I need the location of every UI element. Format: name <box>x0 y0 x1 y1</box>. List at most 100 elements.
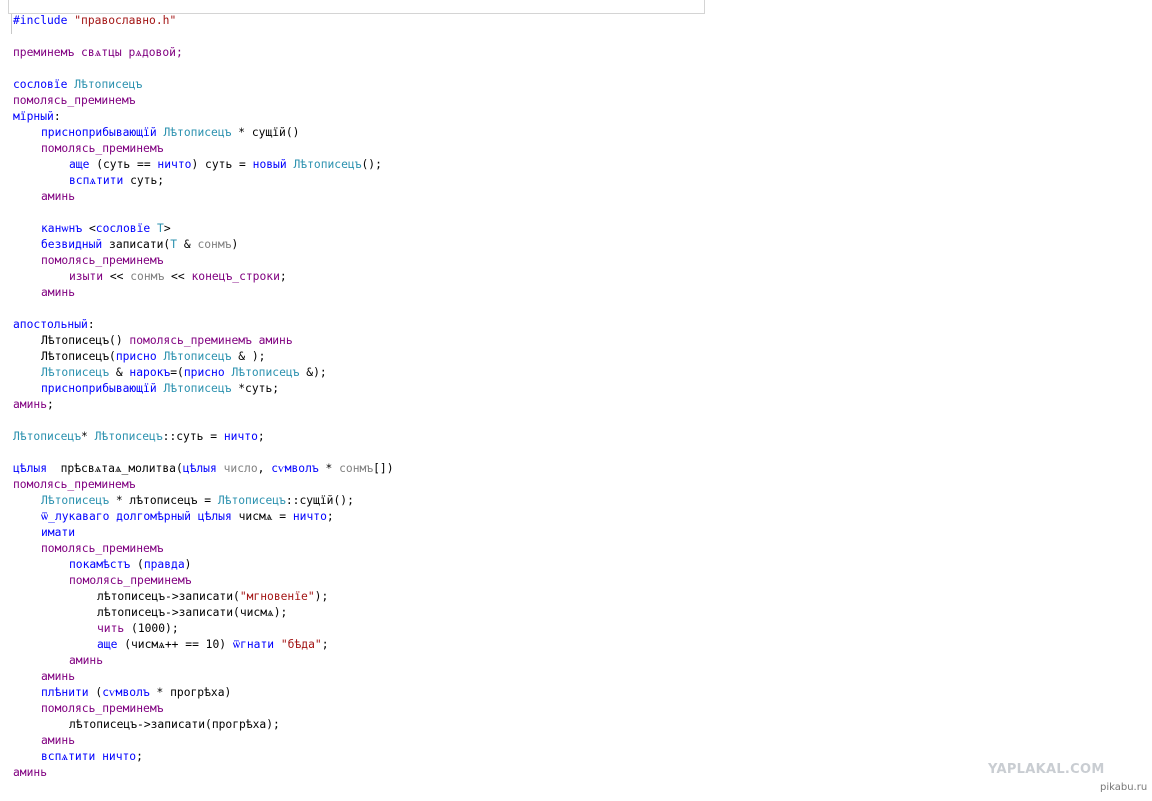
code-token: Лѣтописецъ <box>94 430 163 443</box>
code-token: & <box>109 366 130 379</box>
code-token: : <box>87 318 95 331</box>
code-line[interactable]: чить (1000); <box>13 621 394 637</box>
code-line[interactable]: Лѣтописецъ & нарокъ=(присно Лѣтописецъ &… <box>13 365 394 381</box>
code-token: присно <box>115 350 157 363</box>
code-token: Лѣтописецъ() <box>41 334 130 347</box>
code-line[interactable]: плѣнити (сѵмволъ * прогрѣха) <box>13 685 394 701</box>
code-line[interactable]: аминь <box>13 189 394 205</box>
code-line[interactable]: покамѣстъ (правда) <box>13 557 394 573</box>
code-token: []) <box>373 462 394 475</box>
code-line[interactable]: #include "православно.h" <box>13 13 394 29</box>
code-line[interactable] <box>13 413 394 429</box>
code-line[interactable]: помолясь_преминемъ <box>13 93 394 109</box>
code-token: аминь <box>41 670 76 683</box>
code-line[interactable]: цѣлыя прѣсвѧтаѧ_молитва(цѣлыя число, сѵм… <box>13 461 394 477</box>
code-line[interactable]: лѣтописецъ->записати(прогрѣха); <box>13 717 394 733</box>
code-editor[interactable]: #include "православно.h" преминемъ свѧтцы… <box>13 13 394 781</box>
code-token: покамѣстъ <box>69 558 131 571</box>
code-line[interactable]: Лѣтописецъ(присно Лѣтописецъ & ); <box>13 349 394 365</box>
code-line[interactable]: сословїе Лѣтописецъ <box>13 77 394 93</box>
code-token: ничто <box>157 158 192 171</box>
code-line[interactable]: помолясь_преминемъ <box>13 253 394 269</box>
code-line[interactable]: аминь <box>13 765 394 781</box>
code-token: безвидный <box>41 238 103 251</box>
code-token: ) суть = <box>191 158 253 171</box>
code-line[interactable]: лѣтописецъ->записати("мгновенїе"); <box>13 589 394 605</box>
code-token: лѣтописецъ->записати(прогрѣха); <box>69 718 280 731</box>
code-token: & <box>177 238 198 251</box>
code-token: & ); <box>231 350 266 363</box>
code-line[interactable]: аще (чисмѧ++ == 10) ѿгнати "бѣда"; <box>13 637 394 653</box>
code-token: * <box>81 430 95 443</box>
code-token: сословїе <box>13 78 68 91</box>
code-line[interactable]: Лѣтописецъ * лѣтописецъ = Лѣтописецъ::су… <box>13 493 394 509</box>
code-token: "православно.h" <box>74 14 177 27</box>
code-token: * прогрѣха) <box>149 686 232 699</box>
code-token: Лѣтописецъ <box>41 366 110 379</box>
code-token: ( <box>130 558 144 571</box>
code-token: число <box>223 462 258 475</box>
code-line[interactable]: Лѣтописецъ* Лѣтописецъ::суть = ничто; <box>13 429 394 445</box>
code-token: помолясь_преминемъ <box>41 702 164 715</box>
code-token: правда <box>143 558 185 571</box>
code-token: ::сущїй(); <box>285 494 354 507</box>
code-token: нарокъ <box>129 366 171 379</box>
code-line[interactable]: аминь <box>13 653 394 669</box>
code-line[interactable] <box>13 61 394 77</box>
code-line[interactable]: имати <box>13 525 394 541</box>
code-token: мїрный <box>13 110 54 123</box>
code-token: преминемъ свѧтцы рѧдовой; <box>13 46 183 59</box>
code-line[interactable]: аще (суть == ничто) суть = новый Лѣтопис… <box>13 157 394 173</box>
code-token: (чисмѧ++ == 10) <box>117 638 233 651</box>
code-line[interactable]: апостольный: <box>13 317 394 333</box>
code-line[interactable]: вспѧтити суть; <box>13 173 394 189</box>
code-line[interactable]: помолясь_преминемъ <box>13 573 394 589</box>
code-line[interactable]: лѣтописецъ->записати(чисмѧ); <box>13 605 394 621</box>
code-line[interactable]: помолясь_преминемъ <box>13 477 394 493</box>
code-line[interactable]: канѡнъ <сословїе Т> <box>13 221 394 237</box>
code-token: * <box>318 462 340 475</box>
code-line[interactable]: аминь; <box>13 397 394 413</box>
code-token: аминь <box>41 286 76 299</box>
code-token: (суть == <box>89 158 158 171</box>
code-token: лѣтописецъ->записати( <box>97 590 240 603</box>
code-token: << <box>164 270 192 283</box>
code-line[interactable] <box>13 29 394 45</box>
code-token: конецъ_строки <box>191 270 280 283</box>
code-token: помолясь_преминемъ <box>41 254 164 267</box>
code-token: аминь <box>13 766 48 779</box>
code-token: аминь <box>69 654 104 667</box>
code-line[interactable] <box>13 301 394 317</box>
code-token: ; <box>136 750 143 763</box>
code-line[interactable]: безвидный записати(Т & сонмъ) <box>13 237 394 253</box>
code-line[interactable]: изыти << сонмъ << конецъ_строки; <box>13 269 394 285</box>
watermark-pikabu: pikabu.ru <box>1100 782 1148 793</box>
code-token: вспѧтити <box>69 174 124 187</box>
code-line[interactable]: присноприбывающїй Лѣтописецъ *суть; <box>13 381 394 397</box>
code-token: "бѣда" <box>280 638 322 651</box>
code-line[interactable]: помолясь_преминемъ <box>13 701 394 717</box>
code-line[interactable]: вспѧтити ничто; <box>13 749 394 765</box>
code-line[interactable]: присноприбывающїй Лѣтописецъ * сущїй() <box>13 125 394 141</box>
code-token: (); <box>361 158 382 171</box>
code-token: прѣсвѧтаѧ_молитва( <box>47 462 183 475</box>
code-token: помолясь_преминемъ <box>69 574 192 587</box>
code-line[interactable]: помолясь_преминемъ <box>13 541 394 557</box>
code-token: ; <box>326 510 334 523</box>
code-line[interactable]: аминь <box>13 733 394 749</box>
code-line[interactable]: мїрный: <box>13 109 394 125</box>
code-line[interactable]: Лѣтописецъ() помолясь_преминемъ аминь <box>13 333 394 349</box>
code-line[interactable]: помолясь_преминемъ <box>13 141 394 157</box>
code-token: ) <box>231 238 239 251</box>
code-token: ::суть = <box>162 430 224 443</box>
code-line[interactable]: ѿ_лукаваго долгомѣрный цѣлыя чисмѧ = нич… <box>13 509 394 525</box>
code-token: Лѣтописецъ <box>163 382 232 395</box>
code-token: Лѣтописецъ <box>217 494 286 507</box>
code-line[interactable]: аминь <box>13 669 394 685</box>
code-token: плѣнити <box>41 686 89 699</box>
code-line[interactable] <box>13 445 394 461</box>
code-line[interactable]: аминь <box>13 285 394 301</box>
code-line[interactable]: преминемъ свѧтцы рѧдовой; <box>13 45 394 61</box>
code-token: ничто <box>102 750 137 763</box>
code-line[interactable] <box>13 205 394 221</box>
